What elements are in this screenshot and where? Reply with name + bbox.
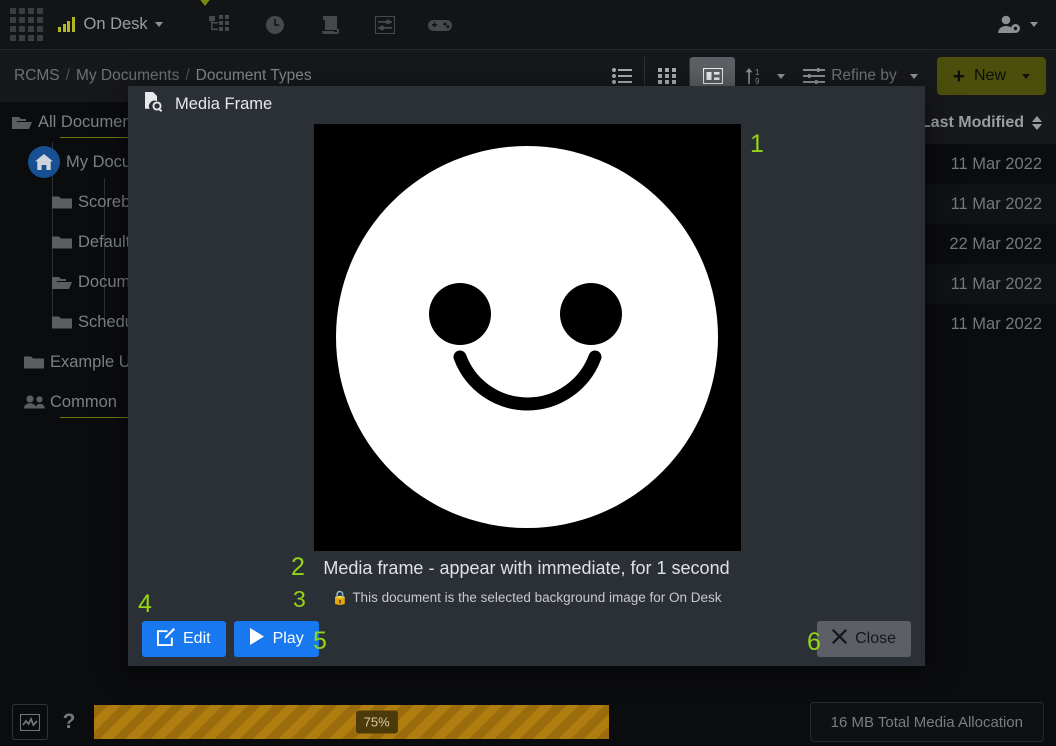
media-caption: Media frame - appear with immediate, for… (323, 558, 730, 578)
annotation-6: 6 (807, 628, 821, 656)
chevron-down-icon (1030, 22, 1038, 27)
edit-button[interactable]: Edit (142, 621, 226, 657)
total-media-allocation-label: 16 MB Total Media Allocation (809, 702, 1044, 742)
chevron-down-icon (154, 22, 163, 27)
top-navbar: On Desk (0, 0, 1056, 50)
new-button-label: New (973, 67, 1006, 84)
close-button-label: Close (855, 630, 896, 647)
chevron-down-icon (777, 73, 786, 79)
dialog-footer: Edit Play Close (128, 612, 925, 666)
annotation-1: 1 (750, 130, 764, 158)
user-settings-icon[interactable] (997, 15, 1038, 35)
grid-apps-icon[interactable] (8, 7, 44, 43)
cell-last-modified: 11 Mar 2022 (950, 154, 1042, 173)
close-button[interactable]: Close (817, 621, 911, 657)
media-frame-dialog: Media Frame Media frame - appear with im… (128, 86, 925, 666)
plus-icon: + (952, 64, 965, 88)
folder-icon (52, 235, 78, 250)
smiley-face-image[interactable] (314, 124, 741, 551)
media-allocation-progress: 75% (94, 705, 810, 739)
help-icon[interactable]: ? (48, 710, 90, 734)
breadcrumb-item-1[interactable]: My Documents (76, 67, 179, 85)
document-search-icon (144, 91, 163, 117)
users-icon (24, 395, 50, 409)
brand-on-desk-dropdown[interactable]: On Desk (58, 15, 163, 34)
sidebar-item-label: Default (78, 232, 131, 251)
status-bar: ? 75% 16 MB Total Media Allocation (0, 698, 1056, 746)
sitemap-icon[interactable] (193, 5, 248, 45)
nav-icon-group (193, 5, 468, 45)
gamepad-icon[interactable] (413, 5, 468, 45)
brand-label: On Desk (83, 15, 148, 33)
background-image-notice: 🔒 This document is the selected backgroun… (128, 590, 925, 606)
play-button-label: Play (272, 630, 304, 647)
folder-icon (52, 195, 78, 210)
folder-open-icon (52, 275, 78, 290)
play-button[interactable]: Play (233, 621, 319, 657)
edit-pencil-icon (157, 627, 175, 651)
breadcrumb-separator: / (185, 67, 190, 84)
green-pointer-marker (198, 0, 212, 6)
edit-button-label: Edit (183, 630, 211, 647)
bar-chart-icon (58, 17, 75, 32)
sliders-icon[interactable] (358, 5, 413, 45)
chevron-down-icon (909, 73, 918, 79)
script-icon[interactable] (303, 5, 358, 45)
folder-icon (52, 315, 78, 330)
column-header-last-modified[interactable]: Last Modified (921, 114, 1024, 132)
lock-icon: 🔒 (331, 590, 349, 605)
sort-updown-icon[interactable] (1032, 116, 1042, 130)
app-root: On Desk RCMS / My Documents / Document T… (0, 0, 1056, 746)
cell-last-modified: 11 Mar 2022 (950, 274, 1042, 293)
clock-icon[interactable] (248, 5, 303, 45)
chevron-down-icon (1022, 73, 1030, 79)
close-x-icon (832, 629, 848, 649)
annotation-5: 5 (313, 627, 327, 655)
progress-fill (94, 705, 610, 739)
breadcrumb-item-0[interactable]: RCMS (14, 67, 60, 85)
dialog-header: Media Frame (128, 86, 925, 122)
folder-icon (24, 355, 50, 370)
background-image-notice-text: This document is the selected background… (352, 590, 722, 605)
folder-open-icon (12, 115, 38, 130)
annotation-2: 2 (291, 553, 305, 581)
breadcrumb-item-2[interactable]: Document Types (196, 67, 312, 85)
refine-by-label: Refine by (831, 67, 897, 84)
annotation-3: 3 (293, 586, 306, 612)
cell-last-modified: 11 Mar 2022 (950, 314, 1042, 333)
svg-text:1: 1 (755, 68, 760, 77)
new-button[interactable]: + New (936, 57, 1046, 95)
cell-last-modified: 22 Mar 2022 (949, 234, 1042, 253)
dialog-title: Media Frame (175, 94, 273, 113)
breadcrumb: RCMS / My Documents / Document Types (14, 67, 312, 85)
home-icon (28, 146, 60, 178)
play-icon (249, 628, 265, 650)
sidebar-item-label: Common (50, 392, 117, 411)
progress-percent-label: 75% (355, 710, 398, 734)
annotation-4: 4 (138, 590, 152, 618)
cell-last-modified: 11 Mar 2022 (950, 194, 1042, 213)
monitor-activity-icon[interactable] (12, 704, 48, 740)
svg-text:9: 9 (755, 77, 760, 85)
breadcrumb-separator: / (65, 67, 70, 84)
